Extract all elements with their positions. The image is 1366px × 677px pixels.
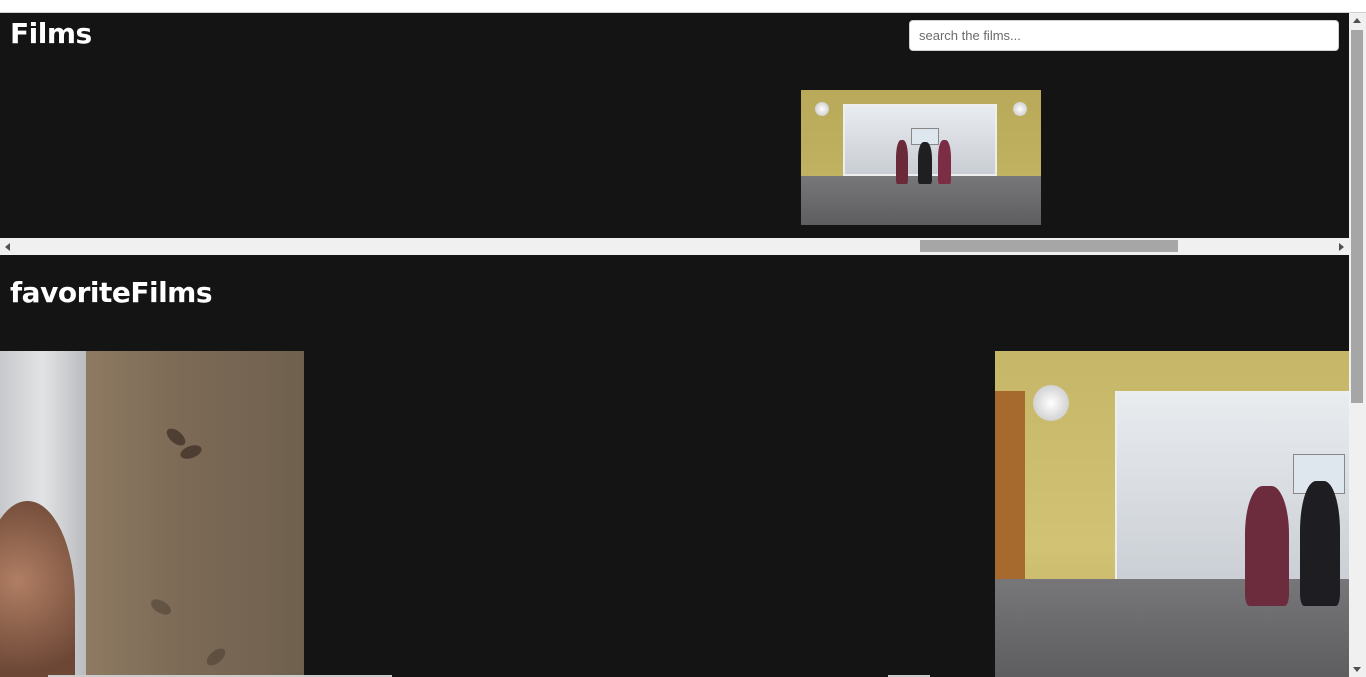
scrollbar-thumb[interactable] xyxy=(1351,30,1363,403)
favorites-title: favoriteFilms xyxy=(10,276,213,309)
page-vertical-scrollbar[interactable] xyxy=(1349,13,1366,677)
films-horizontal-scrollbar[interactable] xyxy=(0,238,1349,255)
browser-top-strip xyxy=(0,0,1366,13)
scroll-left-arrow-icon[interactable] xyxy=(5,243,10,251)
favorite-film-poster[interactable] xyxy=(995,351,1349,677)
favorite-film-poster[interactable] xyxy=(0,351,304,677)
search-input[interactable] xyxy=(909,20,1339,51)
scroll-right-arrow-icon[interactable] xyxy=(1339,243,1344,251)
scrollbar-thumb[interactable] xyxy=(920,240,1178,252)
film-poster[interactable] xyxy=(801,90,1041,225)
scroll-down-arrow-icon[interactable] xyxy=(1353,667,1361,672)
films-page: Films favoriteFilms xyxy=(0,13,1349,677)
page-title: Films xyxy=(10,17,92,50)
scroll-up-arrow-icon[interactable] xyxy=(1353,18,1361,23)
